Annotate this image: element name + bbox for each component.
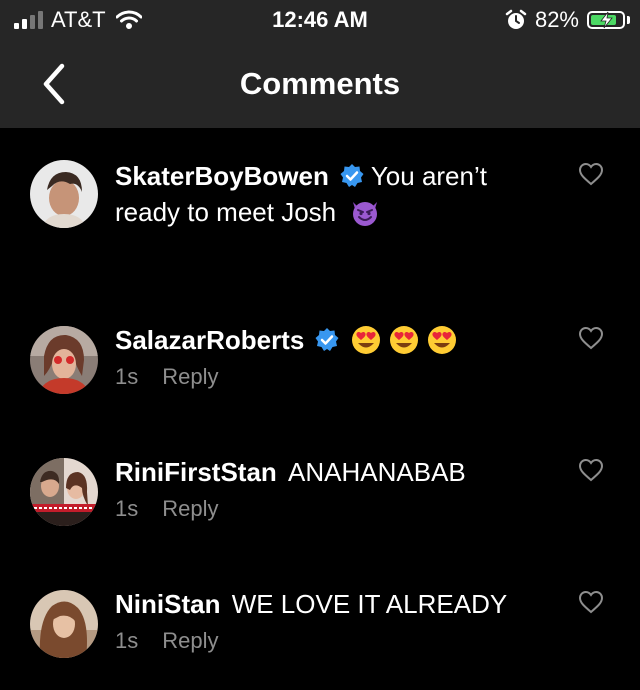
reply-button[interactable]: Reply xyxy=(162,628,218,653)
like-heart-icon[interactable] xyxy=(578,326,604,350)
heart-eyes-emoji xyxy=(428,326,457,354)
smiling-devil-emoji xyxy=(353,202,378,226)
comment-text: WE LOVE IT ALREADY xyxy=(231,589,508,619)
reply-button[interactable]: Reply xyxy=(162,496,218,521)
comment-username[interactable]: SalazarRoberts xyxy=(115,325,304,355)
comment-line: RiniFirstStan ANAHANABAB xyxy=(115,454,560,490)
comment-timestamp: 1s xyxy=(115,628,139,653)
heart-eyes-emoji xyxy=(352,326,381,354)
comment-meta: 1s Reply xyxy=(115,496,560,522)
comment-list: SkaterBoyBowen You aren’t ready to meet J… xyxy=(0,128,640,690)
comment-line: ready to meet Josh xyxy=(115,194,560,230)
battery-cap xyxy=(627,16,630,24)
battery-charging-icon xyxy=(587,11,625,29)
comment-meta: 1s Reply xyxy=(115,364,560,390)
comment-username[interactable]: NiniStan xyxy=(115,589,220,619)
comment-username[interactable]: RiniFirstStan xyxy=(115,457,277,487)
like-heart-icon[interactable] xyxy=(578,162,604,186)
status-right: 82% xyxy=(505,6,630,34)
status-bar: AT&T 12:46 AM 82% xyxy=(0,0,640,40)
nav-bar: Comments xyxy=(0,40,640,128)
verified-badge-icon xyxy=(315,328,339,351)
verified-badge-icon xyxy=(340,164,364,187)
comment-text: ANAHANABAB xyxy=(288,457,466,487)
comment-line: NiniStan WE LOVE IT ALREADY xyxy=(115,586,560,622)
comment-line: SalazarRoberts xyxy=(115,322,560,358)
comment-text: You aren’t xyxy=(370,161,487,191)
comment-meta: 1s Reply xyxy=(115,628,560,654)
page-title: Comments xyxy=(239,66,401,101)
comment-text: ready to meet Josh xyxy=(115,197,337,227)
comment-username[interactable]: SkaterBoyBowen xyxy=(115,161,329,191)
comment-body: RiniFirstStan ANAHANABAB 1s Reply xyxy=(115,454,560,522)
reply-button[interactable]: Reply xyxy=(162,364,218,389)
comment-line: SkaterBoyBowen You aren’t xyxy=(115,158,560,194)
avatar[interactable] xyxy=(30,458,98,526)
comment-body: NiniStan WE LOVE IT ALREADY 1s Reply xyxy=(115,586,560,654)
like-heart-icon[interactable] xyxy=(578,590,604,614)
battery-percentage: 82% xyxy=(534,7,579,32)
avatar[interactable] xyxy=(30,326,98,394)
comment-body: SalazarRoberts 1s Reply xyxy=(115,322,560,390)
comment-timestamp: 1s xyxy=(115,496,139,521)
avatar[interactable] xyxy=(30,160,98,228)
comment-body: SkaterBoyBowen You aren’t ready to meet J… xyxy=(115,158,560,230)
like-heart-icon[interactable] xyxy=(578,458,604,482)
heart-eyes-emoji xyxy=(390,326,419,354)
comment-timestamp: 1s xyxy=(115,364,139,389)
avatar[interactable] xyxy=(30,590,98,658)
alarm-clock-icon xyxy=(505,9,527,29)
